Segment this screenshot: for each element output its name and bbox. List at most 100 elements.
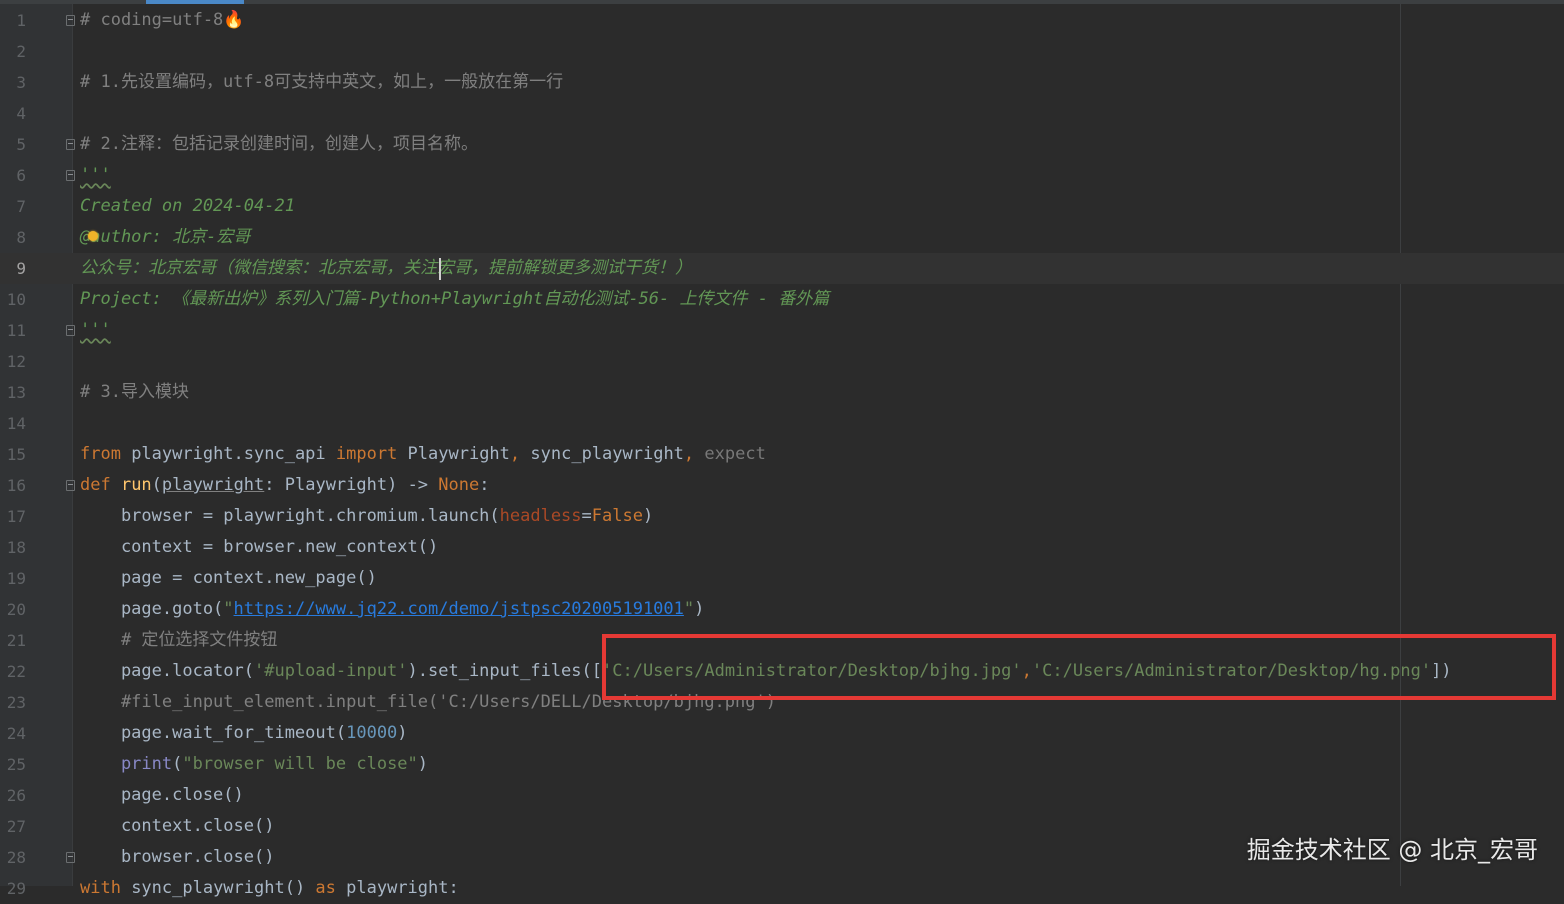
code-token: '''	[80, 165, 111, 185]
line-number: 2	[16, 42, 26, 61]
line-number: 10	[6, 290, 26, 309]
code-text: context = browser.new_context()	[80, 532, 438, 563]
code-token: : Playwright) ->	[264, 475, 439, 495]
code-line[interactable]: 29 with sync_playwright() as playwright:	[0, 873, 1564, 904]
active-tab-indicator[interactable]	[146, 0, 244, 4]
code-token: (	[172, 754, 183, 774]
code-token: playwright	[161, 475, 265, 495]
code-token: 10000	[346, 723, 398, 743]
code-token: context.close()	[80, 816, 275, 836]
code-line[interactable]: 1 # coding=utf-8🔥	[0, 5, 1564, 36]
code-text: from playwright.sync_api import Playwrig…	[80, 439, 766, 470]
code-token: page.close()	[80, 785, 244, 805]
code-text: '''	[80, 315, 111, 346]
code-text: # 3.导入模块	[80, 377, 189, 408]
line-number: 11	[6, 321, 26, 340]
code-text: page.goto("https://www.jq22.com/demo/jst…	[80, 594, 704, 625]
code-line[interactable]: 6 '''	[0, 160, 1564, 191]
code-token: page.goto(	[80, 599, 224, 619]
code-line[interactable]: 15 from playwright.sync_api import Playwr…	[0, 439, 1564, 470]
code-line[interactable]: 8 @author: 北京-宏哥	[0, 222, 1564, 253]
line-number: 8	[16, 228, 26, 247]
code-line[interactable]: 2	[0, 36, 1564, 67]
fold-toggle-icon[interactable]	[66, 170, 75, 181]
code-line[interactable]: 12	[0, 346, 1564, 377]
fold-toggle-icon[interactable]	[66, 15, 75, 26]
code-text: print("browser will be close")	[80, 749, 428, 780]
fold-toggle-icon[interactable]	[66, 325, 75, 336]
code-line[interactable]: 5 # 2.注释：包括记录创建时间，创建人，项目名称。	[0, 129, 1564, 160]
code-text: page = context.new_page()	[80, 563, 377, 594]
code-token: browser = playwright.chromium.launch(	[80, 506, 500, 526]
line-number: 26	[6, 786, 26, 805]
code-line[interactable]: 24 page.wait_for_timeout(10000)	[0, 718, 1564, 749]
code-line[interactable]: 26 page.close()	[0, 780, 1564, 811]
code-token: None	[438, 475, 480, 495]
code-line[interactable]: 13 # 3.导入模块	[0, 377, 1564, 408]
code-text: browser = playwright.chromium.launch(hea…	[80, 501, 653, 532]
annotation-highlight-box	[602, 634, 1556, 700]
line-number: 9	[16, 259, 26, 278]
code-line[interactable]: 9 公众号：北京宏哥（微信搜索：北京宏哥，关注宏哥，提前解锁更多测试干货！）	[0, 253, 1564, 284]
code-token: Playwright	[407, 444, 510, 464]
line-number: 25	[6, 755, 26, 774]
code-text: with sync_playwright() as playwright:	[80, 873, 459, 904]
code-token: import	[335, 444, 408, 464]
code-text: def run(playwright: Playwright) -> None:	[80, 470, 489, 501]
code-line[interactable]: 14	[0, 408, 1564, 439]
code-token: '''	[80, 320, 111, 340]
code-token: page.locator(	[80, 661, 254, 681]
fire-icon: 🔥	[223, 10, 245, 30]
text-caret	[439, 258, 441, 280]
line-number: 5	[16, 135, 26, 154]
code-token: sync_playwright()	[131, 878, 316, 898]
code-token: 公众号：北京宏哥（微信搜索：北京宏哥，关注宏哥，提前解锁更多测试干货！）	[80, 258, 692, 278]
fold-toggle-icon[interactable]	[66, 852, 75, 863]
intention-bulb-icon[interactable]	[88, 231, 98, 241]
code-line[interactable]: 11 '''	[0, 315, 1564, 346]
code-token: ,	[509, 444, 531, 464]
code-token: print	[80, 754, 173, 774]
fold-toggle-icon[interactable]	[66, 139, 75, 150]
code-line[interactable]: 17 browser = playwright.chromium.launch(…	[0, 501, 1564, 532]
line-number: 14	[6, 414, 26, 433]
code-text: context.close()	[80, 811, 275, 842]
code-line[interactable]: 4	[0, 98, 1564, 129]
code-line[interactable]: 25 print("browser will be close")	[0, 749, 1564, 780]
code-text: page.wait_for_timeout(10000)	[80, 718, 408, 749]
fold-toggle-icon[interactable]	[66, 480, 75, 491]
code-token: # 2.注释：包括记录创建时间，创建人，项目名称。	[80, 134, 478, 154]
line-number: 15	[6, 445, 26, 464]
code-line[interactable]: 19 page = context.new_page()	[0, 563, 1564, 594]
code-text: # coding=utf-8🔥	[80, 5, 244, 36]
code-text: # 2.注释：包括记录创建时间，创建人，项目名称。	[80, 129, 478, 160]
code-text: @author: 北京-宏哥	[80, 222, 250, 253]
line-number: 22	[6, 662, 26, 681]
line-number: 3	[16, 73, 26, 92]
line-number: 12	[6, 352, 26, 371]
code-token: page.wait_for_timeout(	[80, 723, 347, 743]
code-text: '''	[80, 160, 111, 191]
line-number: 29	[6, 879, 26, 898]
line-number: 24	[6, 724, 26, 743]
line-number: 6	[16, 166, 26, 185]
line-number: 4	[16, 104, 26, 123]
code-line[interactable]: 18 context = browser.new_context()	[0, 532, 1564, 563]
code-line[interactable]: 20 page.goto("https://www.jq22.com/demo/…	[0, 594, 1564, 625]
line-number: 7	[16, 197, 26, 216]
code-line[interactable]: 7 Created on 2024-04-21	[0, 191, 1564, 222]
code-token: # 1.先设置编码，utf-8可支持中英文，如上，一般放在第一行	[80, 72, 564, 92]
code-line[interactable]: 3 # 1.先设置编码，utf-8可支持中英文，如上，一般放在第一行	[0, 67, 1564, 98]
code-line[interactable]: 10 Project: 《最新出炉》系列入门篇-Python+Playwright…	[0, 284, 1564, 315]
code-token: )	[694, 599, 705, 619]
code-text: # 1.先设置编码，utf-8可支持中英文，如上，一般放在第一行	[80, 67, 563, 98]
line-number: 1	[16, 11, 26, 30]
line-number: 23	[6, 693, 26, 712]
code-text: Project: 《最新出炉》系列入门篇-Python+Playwright自动…	[80, 284, 829, 315]
code-text: Created on 2024-04-21	[80, 191, 295, 222]
code-text: # 定位选择文件按钮	[80, 625, 277, 656]
line-number: 27	[6, 817, 26, 836]
code-line[interactable]: 16 def run(playwright: Playwright) -> Non…	[0, 470, 1564, 501]
line-number: 17	[6, 507, 26, 526]
code-token: Project: 《最新出炉》系列入门篇-Python+Playwright自动…	[80, 289, 830, 309]
